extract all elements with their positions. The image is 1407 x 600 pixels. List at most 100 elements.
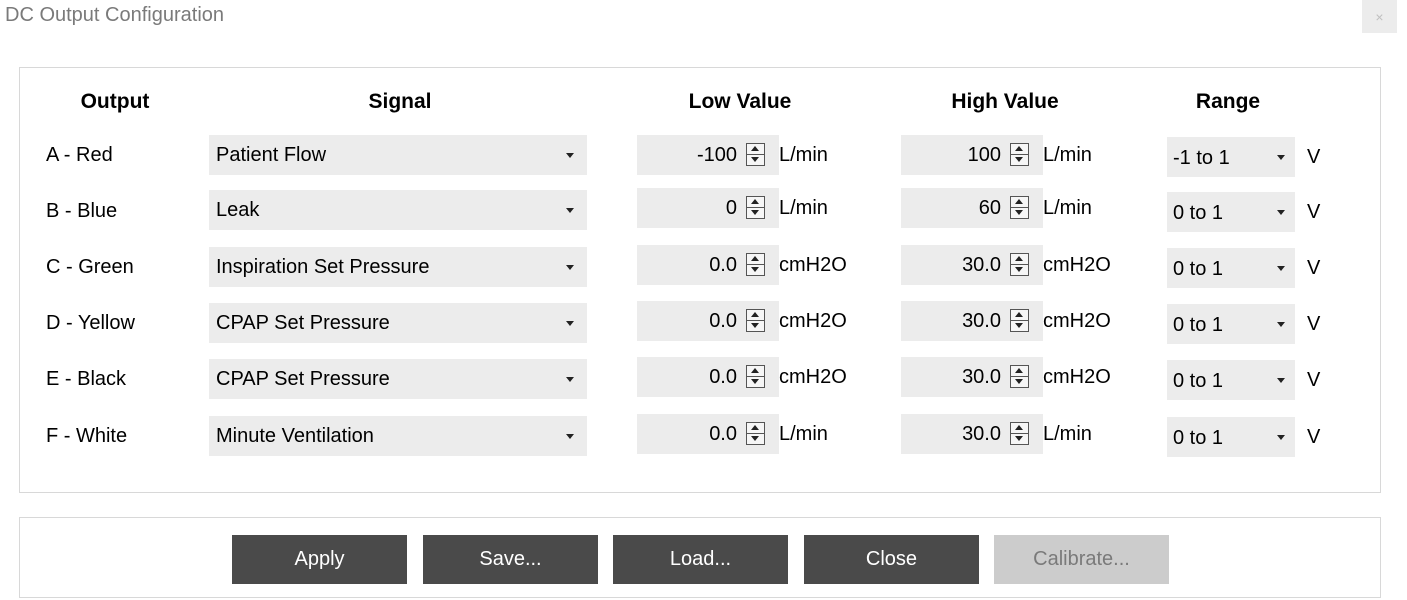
range-select[interactable]: 0 to 1: [1167, 360, 1295, 400]
header-high-value: High Value: [951, 90, 1059, 113]
range-unit: V: [1307, 313, 1321, 335]
apply-button[interactable]: Apply: [232, 535, 407, 584]
signal-select[interactable]: Minute Ventilation: [209, 416, 587, 456]
window-title: DC Output Configuration: [5, 4, 225, 26]
header-signal: Signal: [368, 90, 432, 113]
low-value-spinner[interactable]: 0.0: [637, 301, 779, 341]
high-value-spinner[interactable]: 30.0: [901, 414, 1043, 454]
high-value: 60: [978, 197, 1001, 219]
output-label: C - Green: [46, 256, 134, 278]
signal-select[interactable]: Inspiration Set Pressure: [209, 247, 587, 287]
close-button[interactable]: Close: [804, 535, 979, 584]
high-value: 30.0: [962, 423, 1001, 445]
high-unit: L/min: [1043, 197, 1092, 219]
chevron-down-icon: [1277, 322, 1285, 327]
range-value: 0 to 1: [1173, 202, 1224, 224]
spinner-up-down-icon[interactable]: [746, 196, 765, 219]
low-unit: L/min: [779, 423, 828, 445]
close-icon: ×: [1375, 8, 1384, 25]
chevron-down-icon: [1277, 435, 1285, 440]
signal-select[interactable]: CPAP Set Pressure: [209, 303, 587, 343]
signal-value: Inspiration Set Pressure: [216, 256, 430, 278]
calibrate-button[interactable]: Calibrate...: [994, 535, 1169, 584]
signal-value: Minute Ventilation: [216, 425, 374, 447]
close-window-button[interactable]: ×: [1362, 0, 1397, 33]
spinner-up-down-icon[interactable]: [1010, 143, 1029, 166]
low-unit: L/min: [779, 197, 828, 219]
range-unit: V: [1307, 201, 1321, 223]
range-unit: V: [1307, 257, 1321, 279]
high-value: 30.0: [962, 310, 1001, 332]
chevron-down-icon: [1277, 378, 1285, 383]
output-label: B - Blue: [46, 200, 118, 222]
output-label: F - White: [46, 425, 128, 447]
spinner-up-down-icon[interactable]: [746, 309, 765, 332]
signal-select[interactable]: CPAP Set Pressure: [209, 359, 587, 399]
chevron-down-icon: [1277, 210, 1285, 215]
range-select[interactable]: 0 to 1: [1167, 192, 1295, 232]
chevron-down-icon: [566, 153, 574, 158]
range-select[interactable]: 0 to 1: [1167, 248, 1295, 288]
high-value-spinner[interactable]: 30.0: [901, 357, 1043, 397]
output-label: E - Black: [46, 368, 127, 390]
range-select[interactable]: 0 to 1: [1167, 417, 1295, 457]
high-value: 100: [967, 144, 1001, 166]
low-unit: cmH2O: [779, 254, 847, 276]
spinner-up-down-icon[interactable]: [746, 422, 765, 445]
high-value: 30.0: [962, 366, 1001, 388]
load-button[interactable]: Load...: [613, 535, 788, 584]
signal-value: CPAP Set Pressure: [216, 368, 390, 390]
header-range: Range: [1195, 90, 1261, 113]
spinner-up-down-icon[interactable]: [1010, 196, 1029, 219]
low-value: 0: [725, 197, 737, 219]
range-select[interactable]: -1 to 1: [1167, 137, 1295, 177]
signal-value: CPAP Set Pressure: [216, 312, 390, 334]
chevron-down-icon: [1277, 266, 1285, 271]
chevron-down-icon: [566, 434, 574, 439]
high-value-spinner[interactable]: 60: [901, 188, 1043, 228]
spinner-up-down-icon[interactable]: [1010, 422, 1029, 445]
low-value: 0.0: [709, 366, 737, 388]
range-unit: V: [1307, 146, 1321, 168]
spinner-up-down-icon[interactable]: [746, 143, 765, 166]
high-unit: cmH2O: [1043, 310, 1111, 332]
high-unit: cmH2O: [1043, 254, 1111, 276]
output-label: D - Yellow: [46, 312, 135, 334]
range-value: 0 to 1: [1173, 370, 1224, 392]
spinner-up-down-icon[interactable]: [746, 365, 765, 388]
high-value-spinner[interactable]: 30.0: [901, 301, 1043, 341]
low-value-spinner[interactable]: 0: [637, 188, 779, 228]
spinner-up-down-icon[interactable]: [1010, 309, 1029, 332]
high-value-spinner[interactable]: 100: [901, 135, 1043, 175]
signal-select[interactable]: Leak: [209, 190, 587, 230]
range-value: 0 to 1: [1173, 258, 1224, 280]
range-select[interactable]: 0 to 1: [1167, 304, 1295, 344]
low-value-spinner[interactable]: -100: [637, 135, 779, 175]
high-unit: L/min: [1043, 423, 1092, 445]
low-unit: L/min: [779, 144, 828, 166]
low-value: 0.0: [709, 310, 737, 332]
chevron-down-icon: [566, 321, 574, 326]
chevron-down-icon: [566, 208, 574, 213]
low-value-spinner[interactable]: 0.0: [637, 357, 779, 397]
header-output: Output: [80, 90, 150, 113]
range-unit: V: [1307, 426, 1321, 448]
range-value: -1 to 1: [1173, 147, 1230, 169]
high-value-spinner[interactable]: 30.0: [901, 245, 1043, 285]
high-value: 30.0: [962, 254, 1001, 276]
low-unit: cmH2O: [779, 310, 847, 332]
low-value-spinner[interactable]: 0.0: [637, 245, 779, 285]
signal-value: Patient Flow: [216, 144, 327, 166]
low-value-spinner[interactable]: 0.0: [637, 414, 779, 454]
low-value: 0.0: [709, 254, 737, 276]
spinner-up-down-icon[interactable]: [1010, 253, 1029, 276]
chevron-down-icon: [1277, 155, 1285, 160]
range-unit: V: [1307, 369, 1321, 391]
save-button[interactable]: Save...: [423, 535, 598, 584]
spinner-up-down-icon[interactable]: [746, 253, 765, 276]
high-unit: cmH2O: [1043, 366, 1111, 388]
signal-select[interactable]: Patient Flow: [209, 135, 587, 175]
output-label: A - Red: [46, 144, 113, 166]
low-value: -100: [696, 144, 737, 166]
spinner-up-down-icon[interactable]: [1010, 365, 1029, 388]
